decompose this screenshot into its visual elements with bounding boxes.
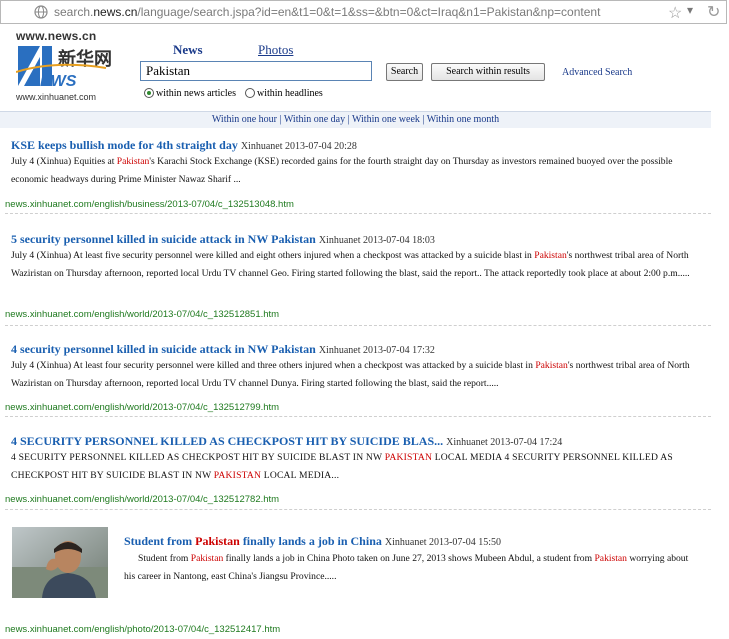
time-filter-bar: Within one hour | Within one day | Withi… (0, 111, 711, 128)
result-thumbnail-image[interactable] (12, 527, 108, 598)
result-snippet: 4 SECURITY PERSONNEL KILLED AS CHECKPOST… (11, 452, 673, 481)
radio-within-headlines[interactable]: within headlines (245, 88, 323, 99)
radio-selected-icon[interactable] (144, 88, 154, 98)
search-within-results-button[interactable]: Search within results (431, 63, 545, 81)
advanced-search-link[interactable]: Advanced Search (562, 67, 632, 78)
result-title-link[interactable]: 5 security personnel killed in suicide a… (11, 232, 316, 246)
search-input[interactable] (140, 61, 372, 81)
logo-bottom-text: www.xinhuanet.com (16, 92, 97, 102)
result-url-link[interactable]: news.xinhuanet.com/english/world/2013-07… (5, 402, 279, 413)
tab-photos[interactable]: Photos (258, 42, 293, 58)
url-text[interactable]: search.news.cn/language/search.jspa?id=e… (54, 5, 600, 19)
globe-icon (34, 5, 48, 19)
result-title-link[interactable]: KSE keeps bullish mode for 4th straight … (11, 138, 238, 152)
site-logo[interactable]: www.news.cn EWS 新华网 www.xinhuanet.com (16, 29, 112, 105)
result-title-link[interactable]: 4 security personnel killed in suicide a… (11, 342, 316, 356)
svg-text:EWS: EWS (40, 73, 77, 90)
result-url-link[interactable]: news.xinhuanet.com/english/world/2013-07… (5, 494, 279, 505)
divider (5, 213, 711, 214)
news-logo-graphic: EWS 新华网 (16, 46, 112, 90)
tab-news[interactable]: News (173, 42, 203, 58)
result-url-link[interactable]: news.xinhuanet.com/english/world/2013-07… (5, 309, 279, 320)
filter-one-day[interactable]: Within one day (284, 114, 345, 125)
address-bar[interactable]: search.news.cn/language/search.jspa?id=e… (0, 0, 727, 24)
divider (5, 416, 711, 417)
filter-one-week[interactable]: Within one week (352, 114, 420, 125)
result-snippet: July 4 (Xinhua) At least four security p… (11, 360, 690, 389)
filter-one-month[interactable]: Within one month (427, 114, 499, 125)
bookmark-star-icon[interactable]: ☆ (668, 3, 682, 23)
chevron-down-icon[interactable]: ▾ (687, 3, 693, 18)
logo-top-text: www.news.cn (16, 29, 97, 43)
divider (5, 509, 711, 510)
radio-within-news[interactable]: within news articles (144, 88, 236, 99)
refresh-icon[interactable]: ↻ (707, 2, 720, 22)
result-snippet: July 4 (Xinhua) At least five security p… (11, 250, 690, 279)
search-button[interactable]: Search (386, 63, 423, 81)
radio-unselected-icon[interactable] (245, 88, 255, 98)
result-title-link[interactable]: 4 SECURITY PERSONNEL KILLED AS CHECKPOST… (11, 434, 443, 448)
divider (5, 325, 711, 326)
result-snippet: Student from Pakistan finally lands a jo… (124, 553, 689, 582)
result-url-link[interactable]: news.xinhuanet.com/english/photo/2013-07… (5, 624, 280, 635)
result-url-link[interactable]: news.xinhuanet.com/english/business/2013… (5, 199, 294, 210)
result-title-link[interactable]: Student from Pakistan finally lands a jo… (124, 534, 382, 548)
filter-one-hour[interactable]: Within one hour (212, 114, 277, 125)
result-snippet: July 4 (Xinhua) Equities at Pakistan's K… (11, 156, 673, 185)
